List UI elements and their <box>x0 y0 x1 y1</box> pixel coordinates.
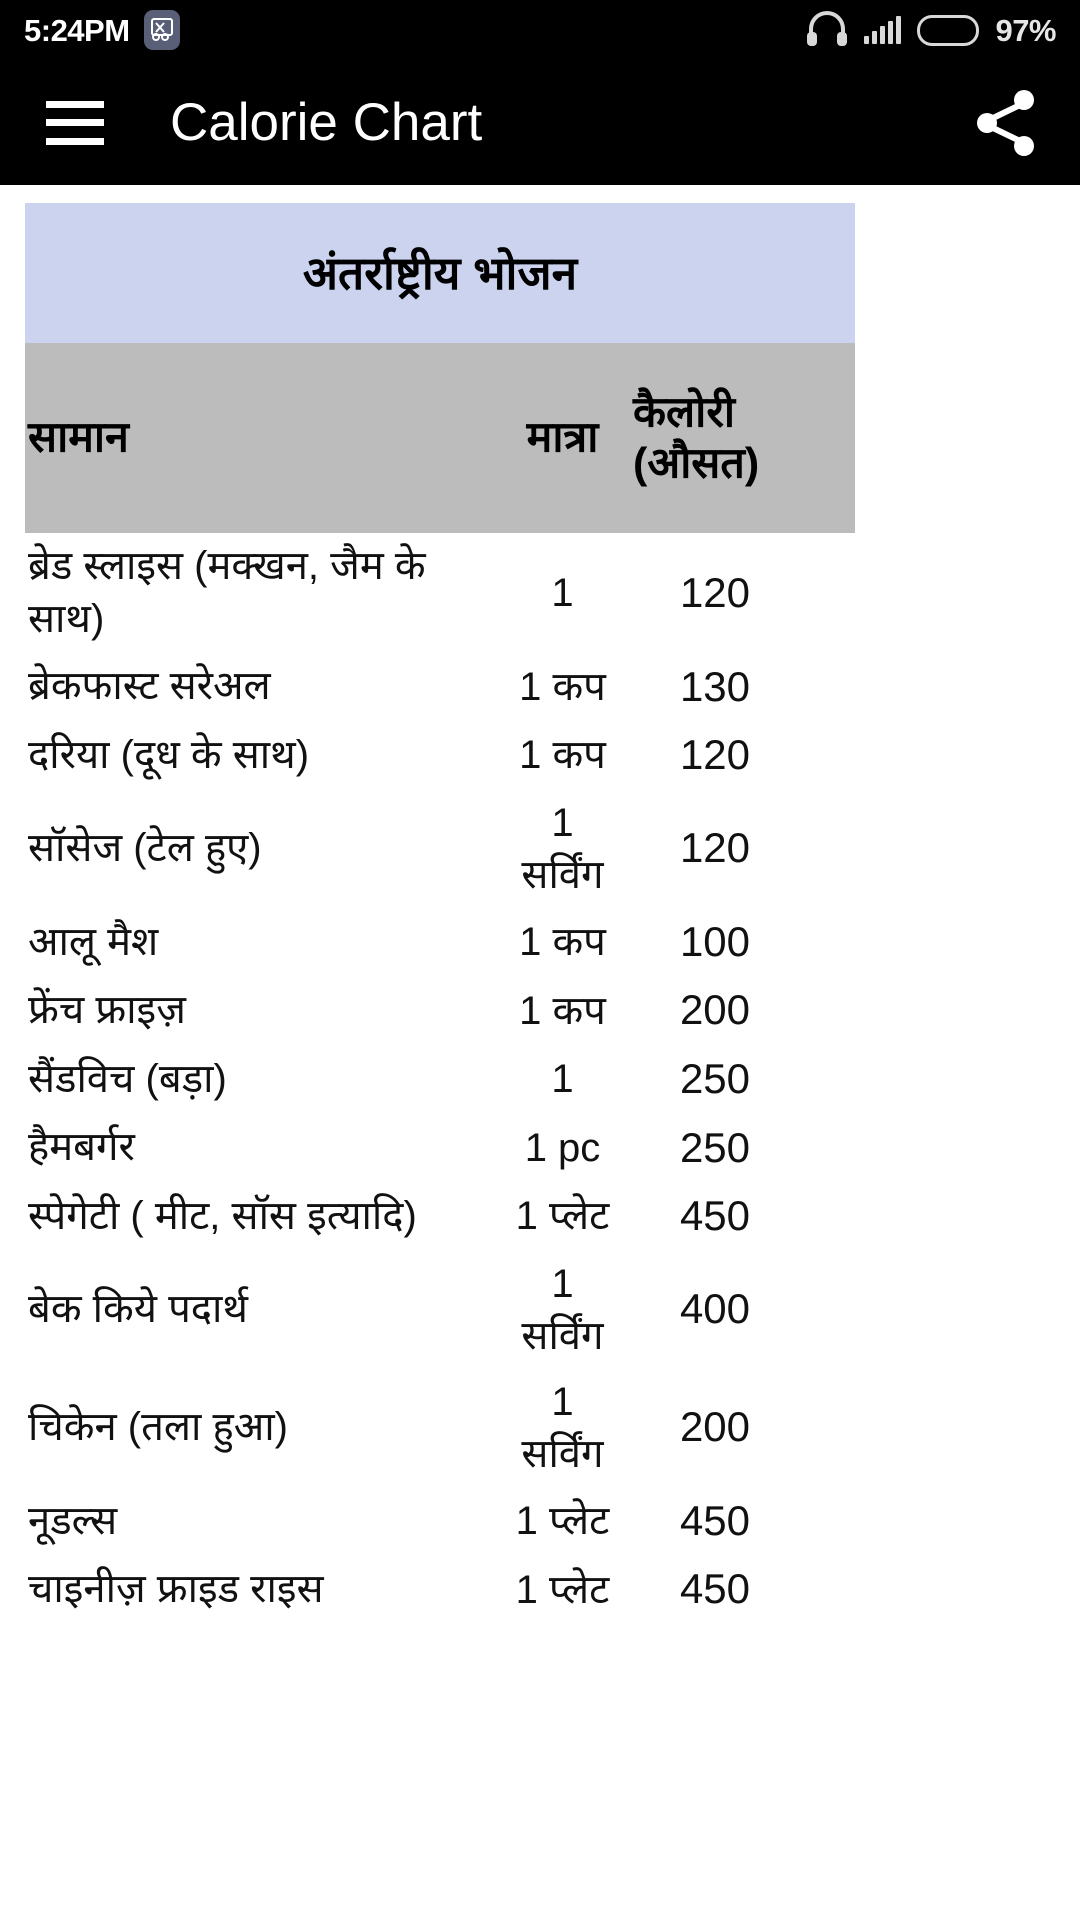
cell-quantity-line2: सर्विंग <box>521 1431 604 1476</box>
cell-item-name: सैंडविच (बड़ा) <box>28 1056 227 1101</box>
table-row[interactable]: हैमबर्गर 1 pc 250 <box>25 1114 855 1183</box>
column-header-calorie-line1: कैलोरी <box>633 388 736 437</box>
table-row[interactable]: फ्रेंच फ्राइज़ 1 कप 200 <box>25 976 855 1045</box>
cell-quantity: 1 प्लेट <box>515 1567 610 1612</box>
app-bar: Calorie Chart <box>0 60 1080 185</box>
table-body: ब्रेड स्लाइस (मक्खन, जैम के साथ) 1 120 ब्रे… <box>25 533 855 1624</box>
cell-quantity-line2: सर्विंग <box>521 852 604 897</box>
table-row[interactable]: आलू मैश 1 कप 100 <box>25 908 855 977</box>
table-row[interactable]: चाइनीज़ फ्राइड राइस 1 प्लेट 450 <box>25 1555 855 1624</box>
battery-percent: 97% <box>995 12 1056 48</box>
table-row[interactable]: बेक किये पदार्थ 1 सर्विंग 400 <box>25 1251 855 1369</box>
cell-item-name: सॉसेज (टेल हुए) <box>28 826 262 871</box>
cell-quantity: 1 pc <box>524 1125 601 1170</box>
cell-calorie: 100 <box>679 917 751 965</box>
cell-calorie: 450 <box>679 1496 751 1544</box>
status-time: 5:24PM <box>24 12 130 48</box>
status-bar-left: 5:24PM <box>24 10 180 50</box>
cell-quantity-line2: सर्विंग <box>521 1313 604 1358</box>
cell-calorie: 120 <box>679 568 751 616</box>
section-title-band: अंतर्राष्ट्रीय भोजन <box>25 203 855 343</box>
cell-calorie: 120 <box>679 824 751 872</box>
battery-icon <box>917 14 980 46</box>
hamburger-menu-icon[interactable] <box>46 100 104 145</box>
cell-item-name: ब्रेकफास्ट सरेअल <box>28 664 271 709</box>
column-header-calorie-line2: (औसत) <box>633 439 760 487</box>
cell-quantity: 1 <box>551 570 574 615</box>
content-area[interactable]: अंतर्राष्ट्रीय भोजन सामान मात्रा कैलोरी … <box>0 185 1080 1920</box>
column-header-calorie: कैलोरी (औसत) <box>633 387 863 488</box>
calorie-table: अंतर्राष्ट्रीय भोजन सामान मात्रा कैलोरी … <box>25 203 855 1624</box>
cell-quantity: 1 कप <box>519 920 606 965</box>
cell-quantity-line1: 1 <box>551 1261 574 1306</box>
cell-item-name: ब्रेड स्लाइस (मक्खन, जैम के साथ) <box>28 544 426 641</box>
table-row[interactable]: सैंडविच (बड़ा) 1 250 <box>25 1045 855 1114</box>
cell-quantity: 1 सर्विंग <box>485 1376 640 1480</box>
column-header-item: सामान <box>28 413 129 462</box>
signal-bars-icon <box>864 15 902 44</box>
cell-quantity: 1 सर्विंग <box>485 1258 640 1362</box>
table-header-row: सामान मात्रा कैलोरी (औसत) <box>25 343 855 533</box>
cell-item-name: नूडल्स <box>28 1498 118 1543</box>
cell-calorie: 450 <box>679 1565 751 1613</box>
status-bar-right: 97% <box>806 10 1056 51</box>
cell-quantity-line1: 1 <box>551 800 574 845</box>
cell-calorie: 120 <box>679 731 751 779</box>
table-row[interactable]: दरिया (दूध के साथ) 1 कप 120 <box>25 721 855 790</box>
share-icon[interactable] <box>974 87 1040 159</box>
cell-item-name: हैमबर्गर <box>28 1125 135 1170</box>
table-row[interactable]: स्पेगेटी ( मीट, सॉस इत्यादि) 1 प्लेट 450 <box>25 1182 855 1251</box>
cell-item-name: बेक किये पदार्थ <box>28 1287 248 1332</box>
cell-quantity: 1 कप <box>519 988 606 1033</box>
cell-calorie: 400 <box>679 1285 751 1333</box>
cell-quantity-line1: 1 <box>551 1379 574 1424</box>
section-title: अंतर्राष्ट्रीय भोजन <box>302 246 578 299</box>
headphone-icon <box>806 10 848 51</box>
table-row[interactable]: ब्रेकफास्ट सरेअल 1 कप 130 <box>25 653 855 722</box>
cell-quantity: 1 प्लेट <box>515 1499 610 1544</box>
cell-quantity: 1 प्लेट <box>515 1194 610 1239</box>
cell-quantity: 1 <box>551 1057 574 1102</box>
column-header-quantity: मात्रा <box>526 413 599 462</box>
page-title: Calorie Chart <box>170 93 483 152</box>
table-row[interactable]: सॉसेज (टेल हुए) 1 सर्विंग 120 <box>25 790 855 908</box>
cell-calorie: 200 <box>679 1403 751 1451</box>
cell-item-name: आलू मैश <box>28 919 159 964</box>
cell-quantity: 1 कप <box>519 664 606 709</box>
cell-item-name: दरिया (दूध के साथ) <box>28 733 310 778</box>
cell-quantity: 1 सर्विंग <box>485 797 640 901</box>
status-bar: 5:24PM 97% <box>0 0 1080 60</box>
table-row[interactable]: नूडल्स 1 प्लेट 450 <box>25 1487 855 1556</box>
cell-calorie: 250 <box>679 1054 751 1102</box>
table-row[interactable]: ब्रेड स्लाइस (मक्खन, जैम के साथ) 1 120 <box>25 533 855 653</box>
scissors-screenshot-icon[interactable] <box>143 10 180 50</box>
cell-calorie: 450 <box>679 1192 751 1240</box>
cell-calorie: 250 <box>679 1123 751 1171</box>
cell-item-name: स्पेगेटी ( मीट, सॉस इत्यादि) <box>28 1194 417 1239</box>
cell-item-name: चिकेन (तला हुआ) <box>28 1405 288 1450</box>
cell-quantity: 1 कप <box>519 733 606 778</box>
table-row[interactable]: चिकेन (तला हुआ) 1 सर्विंग 200 <box>25 1369 855 1487</box>
cell-calorie: 200 <box>679 986 751 1034</box>
cell-item-name: फ्रेंच फ्राइज़ <box>28 988 186 1033</box>
cell-calorie: 130 <box>679 662 751 710</box>
cell-item-name: चाइनीज़ फ्राइड राइस <box>28 1567 324 1612</box>
